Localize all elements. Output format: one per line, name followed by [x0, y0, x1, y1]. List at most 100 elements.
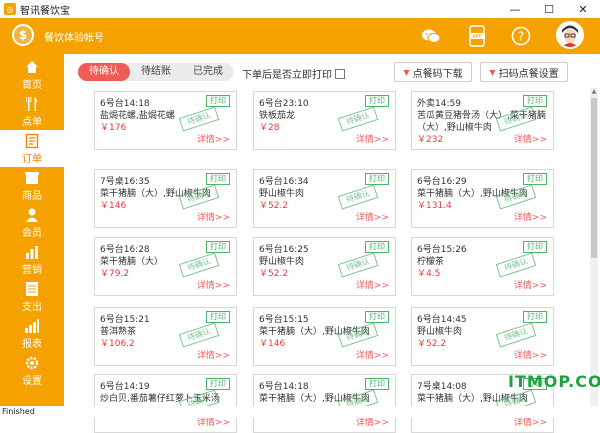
home-icon — [26, 60, 38, 73]
sidebar-item-orders[interactable]: 订单 — [0, 130, 64, 167]
sidebar-item-label: 会员 — [22, 227, 42, 239]
order-price: ￥52.2 — [259, 269, 289, 279]
order-card[interactable]: 7号桌16:35 菜干猪腩（大）,野山椒牛肉 ￥146 打印 待确认 详情>> — [94, 169, 237, 228]
download-order-code-label: 点餐码下载 — [412, 68, 463, 80]
details-link[interactable]: 详情>> — [514, 278, 547, 291]
print-button[interactable]: 打印 — [365, 311, 389, 323]
print-button[interactable]: 打印 — [523, 173, 547, 185]
details-link[interactable]: 详情>> — [197, 278, 230, 291]
order-card[interactable]: 6号台14:45 野山椒牛肉 ￥52.2 打印 待确认 详情>> — [411, 307, 554, 366]
sidebar-item-members[interactable]: 会员 — [0, 204, 64, 241]
pending-confirm-stamp: 待确认 — [178, 322, 220, 348]
print-button[interactable]: 打印 — [365, 173, 389, 185]
tab-pending-checkout[interactable]: 待结账 — [130, 63, 182, 81]
vertical-scrollbar[interactable]: ▲ — [590, 88, 598, 406]
sidebar-nav: 首页 点单 订单 商品 会员 营销 支出 报表 设置 — [0, 54, 64, 406]
pending-confirm-stamp: 待确认 — [337, 106, 379, 132]
orders-panel: 待确认 待结账 已完成 下单后是否立即打印 ▼ 点餐码下载 ▼ 扫码点餐设置 6号台… — [64, 54, 600, 433]
pending-confirm-stamp: 待确认 — [178, 106, 220, 132]
sidebar-item-order-place[interactable]: 点单 — [0, 93, 64, 130]
details-link[interactable]: 详情>> — [356, 348, 389, 361]
sidebar-item-expenses[interactable]: 支出 — [0, 278, 64, 315]
order-card[interactable]: 6号台16:34 野山椒牛肉 ￥52.2 打印 待确认 详情>> — [253, 169, 396, 228]
order-price: ￥79.2 — [100, 269, 130, 279]
wechat-icon[interactable] — [420, 25, 442, 47]
order-price: ￥4.5 — [417, 269, 441, 279]
report-icon — [25, 318, 39, 333]
auto-print-option: 下单后是否立即打印 — [242, 66, 345, 81]
order-card[interactable]: 6号台16:28 菜干猪腩（大） ￥79.2 打印 待确认 详情>> — [94, 237, 237, 296]
auto-print-checkbox[interactable] — [335, 68, 345, 79]
download-order-code-button[interactable]: ▼ 点餐码下载 — [394, 62, 472, 82]
watermark: ITMOP.COM — [508, 372, 600, 391]
window-title: 智讯餐饮宝 — [20, 5, 70, 17]
minimize-button[interactable]: — — [498, 0, 532, 18]
order-card[interactable]: 6号台15:26 柠檬茶 ￥4.5 打印 待确认 详情>> — [411, 237, 554, 296]
tab-completed[interactable]: 已完成 — [182, 63, 234, 81]
filter-icon: ▼ — [489, 67, 496, 77]
tab-pending-confirm[interactable]: 待确认 — [78, 63, 130, 81]
pending-confirm-stamp: 待确认 — [337, 252, 379, 278]
sidebar-item-label: 设置 — [22, 375, 42, 387]
order-card[interactable]: 6号台23:10 铁板茄龙 ￥28 打印 待确认 详情>> — [253, 91, 396, 150]
print-button[interactable]: 打印 — [523, 311, 547, 323]
details-link[interactable]: 详情>> — [356, 132, 389, 145]
sidebar-item-home[interactable]: 首页 — [0, 56, 64, 93]
details-link[interactable]: 详情>> — [514, 132, 547, 145]
app-download-icon[interactable]: APP — [466, 25, 488, 47]
close-button[interactable]: ✕ — [566, 0, 600, 18]
details-link[interactable]: 详情>> — [197, 348, 230, 361]
print-button[interactable]: 打印 — [206, 95, 230, 107]
settings-icon — [25, 356, 39, 369]
details-link[interactable]: 详情>> — [514, 210, 547, 223]
print-button[interactable]: 打印 — [206, 173, 230, 185]
document-icon — [25, 133, 39, 148]
scan-order-settings-button[interactable]: ▼ 扫码点餐设置 — [480, 62, 568, 82]
chart-icon — [26, 245, 38, 259]
order-price: ￥106.2 — [100, 339, 135, 349]
details-link[interactable]: 详情>> — [356, 278, 389, 291]
details-link[interactable]: 详情>> — [197, 132, 230, 145]
maximize-button[interactable]: ☐ — [532, 0, 566, 18]
sidebar-item-label: 订单 — [22, 153, 42, 165]
order-price: ￥28 — [259, 123, 280, 133]
order-card[interactable]: 6号台16:25 野山椒牛肉 ￥52.2 打印 待确认 详情>> — [253, 237, 396, 296]
print-button[interactable]: 打印 — [365, 378, 389, 390]
sidebar-item-reports[interactable]: 报表 — [0, 315, 64, 352]
print-button[interactable]: 打印 — [206, 241, 230, 253]
order-card[interactable]: 6号台15:15 菜干猪腩（大）,野山椒牛肉 ￥146 打印 待确认 详情>> — [253, 307, 396, 366]
sidebar-item-settings[interactable]: 设置 — [0, 352, 64, 389]
sidebar-item-products[interactable]: 商品 — [0, 167, 64, 204]
order-card[interactable]: 6号台14:18 盐焗花螺,盐焗花螺 ￥176 打印 待确认 详情>> — [94, 91, 237, 150]
pending-confirm-stamp: 待确认 — [495, 322, 537, 348]
order-card[interactable]: 外卖14:59 苦瓜黄豆猪骨汤（大）,菜干猪腩 （大）,野山椒牛肉 ￥232 打印 待确认… — [411, 91, 554, 150]
sidebar-item-label: 商品 — [22, 190, 42, 202]
print-button[interactable]: 打印 — [365, 95, 389, 107]
help-icon[interactable]: ? — [510, 25, 532, 47]
scroll-thumb[interactable] — [591, 98, 597, 258]
cutlery-icon — [26, 96, 37, 111]
order-price: ￥146 — [100, 201, 127, 211]
print-button[interactable]: 打印 — [523, 241, 547, 253]
print-button[interactable]: 打印 — [365, 241, 389, 253]
print-button[interactable]: 打印 — [206, 378, 230, 390]
details-link[interactable]: 详情>> — [514, 348, 547, 361]
print-button[interactable]: 打印 — [523, 95, 547, 107]
order-card[interactable]: 6号台16:29 菜干猪腩（大）,野山椒牛肉 ￥131.4 打印 待确认 详情>> — [411, 169, 554, 228]
sidebar-item-label: 首页 — [22, 79, 42, 91]
scroll-up-arrow-icon[interactable]: ▲ — [590, 88, 598, 96]
order-card[interactable]: 6号台14:18 菜干猪腩（大）,野山椒牛肉 打印 待确认 详情>> — [253, 374, 396, 433]
order-price: ￥131.4 — [417, 201, 452, 211]
order-price: ￥52.2 — [259, 201, 289, 211]
filter-icon: ▼ — [403, 67, 410, 77]
details-link[interactable]: 详情>> — [197, 210, 230, 223]
sidebar-item-marketing[interactable]: 营销 — [0, 241, 64, 278]
order-card[interactable]: 6号台14:19 炒白贝,番茄薯仔红萝卜玉米汤 打印 待确认 详情>> — [94, 374, 237, 433]
details-link[interactable]: 详情>> — [356, 210, 389, 223]
order-status-tabs: 待确认 待结账 已完成 — [78, 63, 234, 81]
print-button[interactable]: 打印 — [206, 311, 230, 323]
order-card[interactable]: 6号台15:21 普洱熟茶 ￥106.2 打印 待确认 详情>> — [94, 307, 237, 366]
svg-text:?: ? — [518, 30, 524, 44]
order-price: ￥176 — [100, 123, 127, 133]
user-avatar[interactable] — [556, 21, 584, 49]
